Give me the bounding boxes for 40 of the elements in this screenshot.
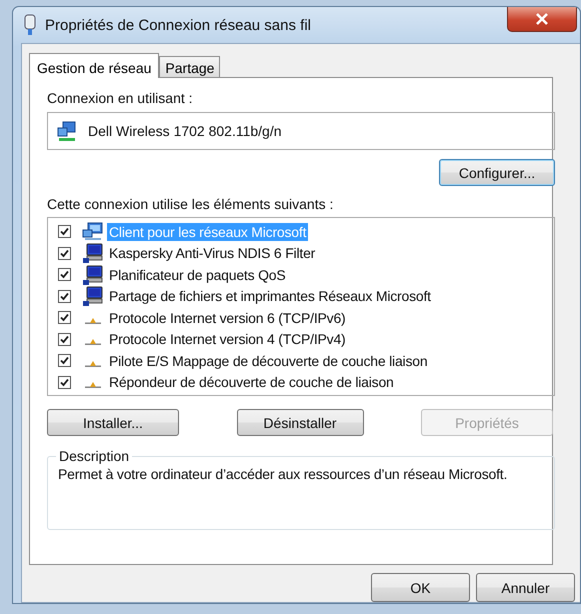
push-button[interactable]: Désinstaller bbox=[236, 409, 364, 436]
checkbox[interactable] bbox=[58, 311, 71, 324]
configure-button[interactable]: Configurer... bbox=[439, 159, 555, 186]
list-item[interactable]: Kaspersky Anti-Virus NDIS 6 Filter bbox=[107, 244, 318, 262]
computer-icon bbox=[82, 286, 104, 306]
push-button[interactable]: Installer... bbox=[47, 409, 179, 436]
list-item[interactable]: Répondeur de découverte de couche de liaison bbox=[107, 373, 396, 392]
tab[interactable]: Gestion de réseau bbox=[29, 53, 160, 78]
section-label: Cette connexion utilise les éléments suivants : bbox=[47, 196, 334, 212]
list-item[interactable]: Planificateur de paquets QoS bbox=[107, 266, 288, 284]
checkbox[interactable] bbox=[58, 354, 71, 368]
protocol-icon bbox=[85, 318, 101, 324]
protocol-icon bbox=[85, 360, 101, 367]
list-item[interactable]: Pilote E/S Mappage de découverte de couche liaison bbox=[107, 352, 430, 370]
checkbox[interactable] bbox=[58, 246, 71, 260]
checkbox[interactable] bbox=[58, 290, 71, 303]
checkbox[interactable] bbox=[58, 268, 71, 282]
close-icon bbox=[535, 13, 549, 25]
computer-icon bbox=[82, 243, 104, 264]
window-title: Propriétés de Connexion réseau sans fil bbox=[45, 16, 311, 34]
tab[interactable]: Partage bbox=[159, 56, 220, 77]
checkbox[interactable] bbox=[58, 332, 71, 346]
checkbox[interactable] bbox=[58, 376, 71, 389]
checkbox[interactable] bbox=[58, 225, 71, 238]
list-item[interactable]: Partage de fichiers et imprimantes Réseaux Microsoft bbox=[107, 287, 433, 306]
adapter-name: Dell Wireless 1702 802.11b/g/n bbox=[88, 123, 282, 139]
protocol-icon bbox=[85, 382, 101, 388]
section-label: Connexion en utilisant : bbox=[47, 90, 194, 106]
close-button[interactable] bbox=[507, 7, 577, 32]
dialog-button[interactable]: Annuler bbox=[476, 573, 575, 602]
connection-icon bbox=[23, 14, 37, 36]
computer-icon bbox=[82, 264, 104, 285]
group-legend: Description bbox=[56, 448, 132, 464]
protocol-icon bbox=[85, 339, 101, 346]
list-item[interactable]: Protocole Internet version 4 (TCP/IPv4) bbox=[107, 330, 348, 348]
list-item[interactable]: Protocole Internet version 6 (TCP/IPv6) bbox=[107, 308, 348, 327]
network-client-icon bbox=[82, 222, 104, 242]
description-text: Permet à votre ordinateur d’accéder aux ressources d’un réseau Microsoft. bbox=[58, 466, 508, 482]
network-adapter-icon bbox=[56, 120, 78, 142]
dialog-button[interactable]: OK bbox=[371, 573, 470, 602]
